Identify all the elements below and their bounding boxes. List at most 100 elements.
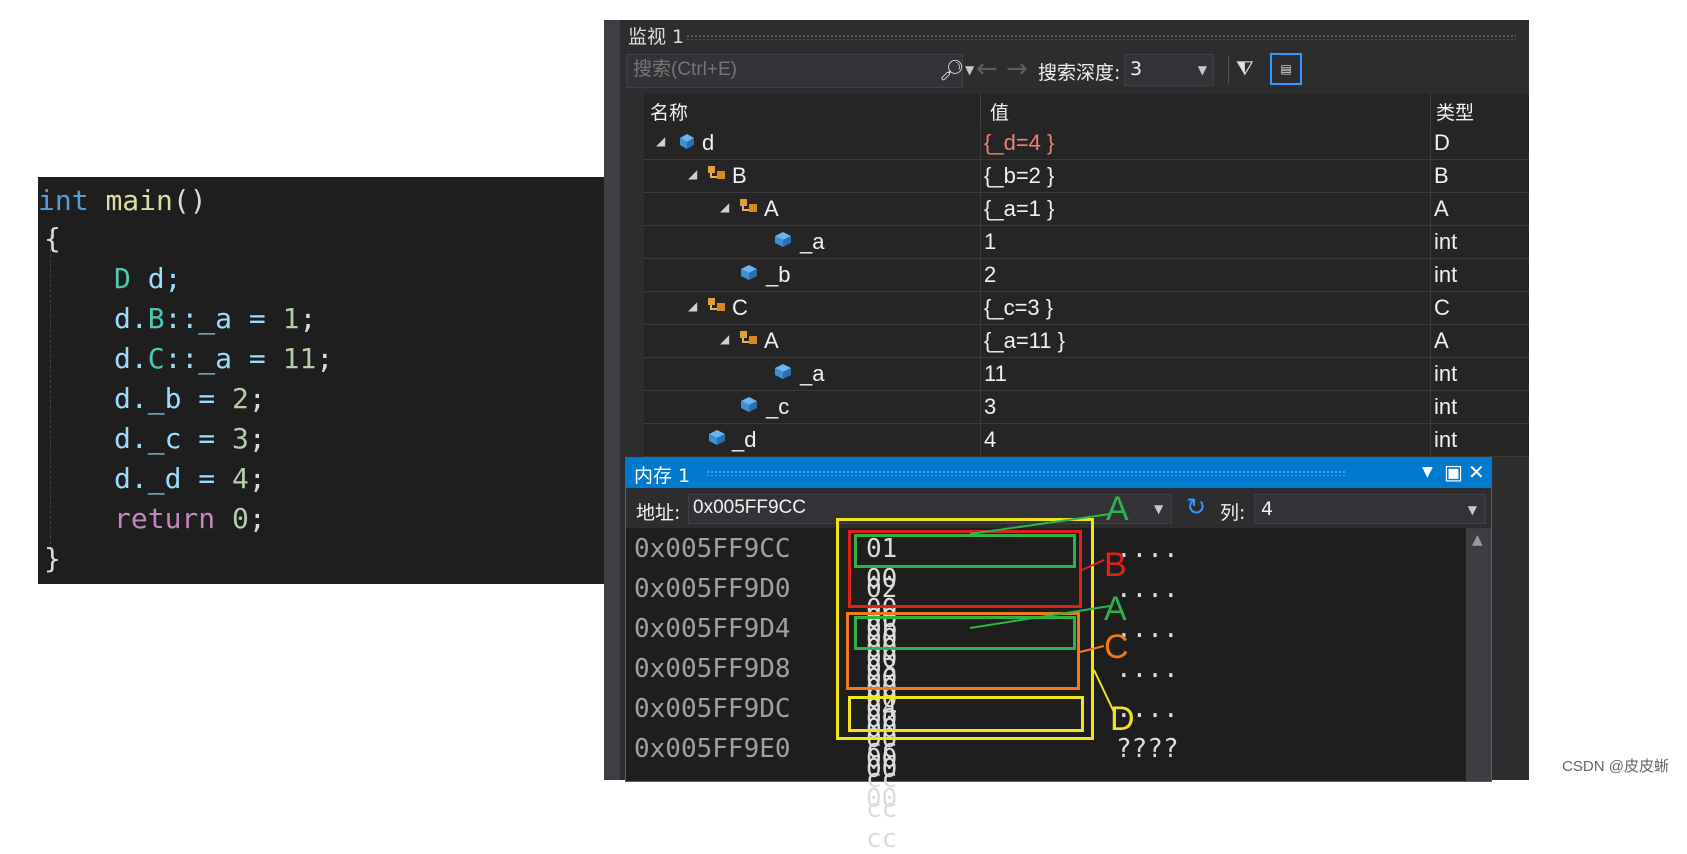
- column-header-name[interactable]: 名称: [650, 98, 688, 125]
- watch-name: A: [764, 328, 779, 353]
- watch-name: _a: [800, 229, 825, 254]
- memory-bytes: cc cc cc cc: [866, 734, 898, 854]
- watch-type: D: [1434, 130, 1450, 155]
- watch-type: A: [1434, 196, 1449, 221]
- memory-address: 0x005FF9DC: [634, 694, 791, 724]
- watch-left-strip: [604, 20, 620, 780]
- expand-arrow-icon[interactable]: ◢: [720, 332, 729, 346]
- expand-arrow-icon[interactable]: ◢: [688, 299, 697, 313]
- chevron-down-icon[interactable]: ▼: [1154, 502, 1163, 516]
- search-depth-value: 3: [1130, 58, 1143, 80]
- chevron-down-icon[interactable]: ▼: [965, 63, 974, 77]
- annotation-label-a-mid: A: [1104, 590, 1127, 628]
- search-depth-select[interactable]: 3 ▼: [1124, 54, 1214, 86]
- watch-value: {_a=1 }: [984, 196, 1055, 221]
- watch-row[interactable]: ◢ A {_a=11 } A: [644, 324, 1529, 358]
- code-line-5: d.C::_a = 11;: [114, 342, 334, 375]
- watch-value: 1: [984, 229, 997, 254]
- watch-row[interactable]: ◢ B {_b=2 } B: [644, 159, 1529, 193]
- field-icon: [775, 232, 791, 247]
- expand-arrow-icon[interactable]: ◢: [688, 167, 697, 181]
- watch-title: 监视 1: [628, 26, 685, 48]
- code-line-7: d._c = 3;: [114, 422, 266, 455]
- annotation-box-a-mid: [854, 616, 1076, 650]
- code-line-4: d.B::_a = 1;: [114, 302, 317, 335]
- watch-value: 3: [984, 394, 997, 419]
- base-class-icon: [708, 298, 725, 311]
- memory-address: 0x005FF9E0: [634, 734, 791, 764]
- tab-view-icon[interactable]: ▤: [1270, 53, 1302, 85]
- column-header-value[interactable]: 值: [990, 98, 1009, 125]
- watch-row[interactable]: _a 1 int: [644, 225, 1529, 259]
- code-line-8: d._d = 4;: [114, 462, 266, 495]
- memory-address: 0x005FF9D0: [634, 574, 791, 604]
- code-line-3: D d;: [114, 262, 182, 295]
- watermark: CSDN @皮皮蜥: [1562, 758, 1669, 775]
- column-divider[interactable]: [980, 94, 981, 126]
- pin-filter-icon[interactable]: ⧨: [1236, 56, 1262, 82]
- watch-type: int: [1434, 361, 1458, 386]
- annotation-label-c: C: [1104, 628, 1129, 666]
- annotation-label-d: D: [1110, 700, 1135, 738]
- watch-row[interactable]: _c 3 int: [644, 390, 1529, 424]
- refresh-icon[interactable]: ↻: [1186, 493, 1206, 521]
- columns-select[interactable]: 4 ▼: [1254, 494, 1486, 524]
- code-line-9: return 0;: [114, 502, 266, 535]
- memory-title: 内存 1: [634, 465, 691, 487]
- watch-value: {_c=3 }: [984, 295, 1054, 320]
- memory-scrollbar[interactable]: [1466, 528, 1491, 781]
- watch-type: int: [1434, 262, 1458, 287]
- field-icon: [741, 265, 757, 280]
- scroll-up-icon[interactable]: ▲: [1472, 532, 1483, 548]
- memory-title-grip[interactable]: [706, 470, 1346, 476]
- annotation-label-a-top: A: [1106, 490, 1129, 528]
- memory-address: 0x005FF9D4: [634, 614, 791, 644]
- field-icon: [775, 364, 791, 379]
- watch-name: A: [764, 196, 779, 221]
- watch-row[interactable]: ◢ A {_a=1 } A: [644, 192, 1529, 226]
- watch-type: A: [1434, 328, 1449, 353]
- maximize-icon[interactable]: ▣: [1444, 460, 1463, 484]
- watch-row[interactable]: ◢ C {_c=3 } C: [644, 291, 1529, 325]
- watch-value: {_a=11 }: [984, 328, 1065, 353]
- watch-name: B: [732, 163, 747, 188]
- code-line-2: {: [44, 222, 61, 255]
- watch-name: _a: [800, 361, 825, 386]
- code-line-1: int main(): [38, 184, 207, 217]
- watch-value: 4: [984, 427, 997, 452]
- search-icon[interactable]: 🔎︎: [939, 58, 964, 82]
- watch-row[interactable]: ◢ d {_d=4 } D: [644, 126, 1529, 160]
- code-line-6: d._b = 2;: [114, 382, 266, 415]
- chevron-down-icon[interactable]: ▼: [1422, 464, 1433, 480]
- memory-title-bar[interactable]: 内存 1 ▼ ▣ ✕: [626, 458, 1491, 488]
- watch-value: {_b=2 }: [984, 163, 1055, 188]
- watch-row[interactable]: _d 4 int: [644, 423, 1529, 457]
- column-divider[interactable]: [1430, 94, 1431, 126]
- column-header-type[interactable]: 类型: [1436, 98, 1474, 125]
- watch-title-grip[interactable]: [686, 34, 1516, 40]
- watch-type: int: [1434, 427, 1458, 452]
- watch-name: _b: [766, 262, 791, 287]
- watch-row[interactable]: _a 11 int: [644, 357, 1529, 391]
- watch-row[interactable]: _b 2 int: [644, 258, 1529, 292]
- watch-type: B: [1434, 163, 1449, 188]
- base-class-icon: [740, 199, 757, 212]
- back-arrow-icon[interactable]: ←: [976, 54, 998, 84]
- indent-guide: [50, 229, 51, 549]
- watch-search-box[interactable]: 🔎︎ ▼: [626, 54, 974, 88]
- search-depth-label: 搜索深度:: [1038, 62, 1121, 84]
- watch-search-input[interactable]: [633, 59, 903, 81]
- code-editor[interactable]: int main() { D d; d.B::_a = 1; d.C::_a =…: [38, 177, 610, 584]
- chevron-down-icon: ▼: [1467, 503, 1477, 517]
- code-line-10: }: [44, 542, 61, 575]
- forward-arrow-icon[interactable]: →: [1006, 54, 1028, 84]
- address-label: 地址:: [636, 502, 681, 524]
- watch-type: C: [1434, 295, 1450, 320]
- watch-value: 11: [984, 361, 1007, 386]
- watch-value: 2: [984, 262, 997, 287]
- close-icon[interactable]: ✕: [1468, 460, 1485, 484]
- watch-name: d: [702, 130, 715, 155]
- columns-value: 4: [1261, 498, 1274, 520]
- expand-arrow-icon[interactable]: ◢: [720, 200, 729, 214]
- expand-arrow-icon[interactable]: ◢: [656, 134, 665, 148]
